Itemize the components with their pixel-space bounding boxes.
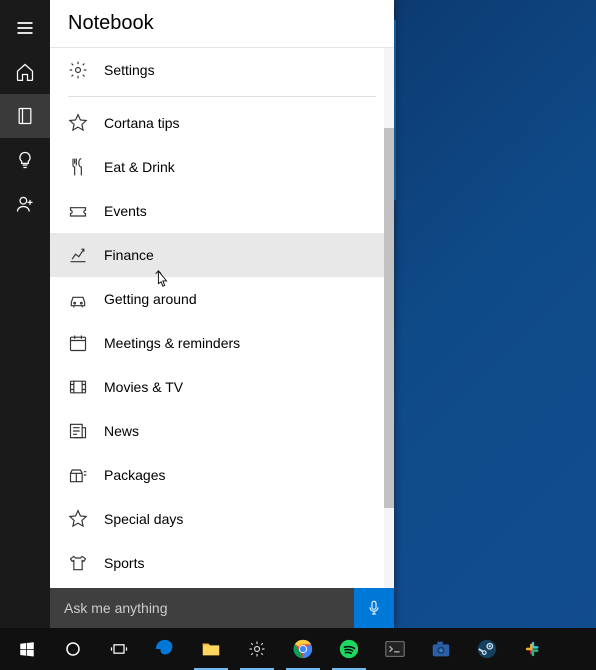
list-item-eat-drink[interactable]: Eat & Drink <box>50 145 394 189</box>
search-input[interactable]: Ask me anything <box>50 588 354 628</box>
star-outline-icon <box>68 509 88 529</box>
item-label: Packages <box>104 467 165 483</box>
item-label: Settings <box>104 62 155 78</box>
item-label: Finance <box>104 247 154 263</box>
hamburger-button[interactable] <box>0 6 50 50</box>
car-icon <box>68 289 88 309</box>
cortana-main: Notebook Settings Cortana tips Eat & <box>50 0 394 628</box>
item-label: Getting around <box>104 291 197 307</box>
taskbar-terminal[interactable] <box>372 628 418 670</box>
package-icon <box>68 465 88 485</box>
calendar-clock-icon <box>68 333 88 353</box>
scrollbar[interactable] <box>384 48 394 588</box>
stocks-icon <box>68 245 88 265</box>
cortana-ring-icon <box>61 637 85 661</box>
item-label: Movies & TV <box>104 379 183 395</box>
list-item-cortana-tips[interactable]: Cortana tips <box>50 101 394 145</box>
list-item-special-days[interactable]: Special days <box>50 497 394 541</box>
item-label: Special days <box>104 511 183 527</box>
camera-icon <box>429 637 453 661</box>
terminal-icon <box>383 637 407 661</box>
rail-person-add[interactable] <box>0 182 50 226</box>
rail-home[interactable] <box>0 50 50 94</box>
taskbar <box>0 628 596 670</box>
list-item-getting-around[interactable]: Getting around <box>50 277 394 321</box>
item-label: Cortana tips <box>104 115 179 131</box>
microphone-button[interactable] <box>354 588 394 628</box>
gear-icon <box>245 637 269 661</box>
newspaper-icon <box>68 421 88 441</box>
rail-lightbulb[interactable] <box>0 138 50 182</box>
taskbar-task-view[interactable] <box>96 628 142 670</box>
edge-icon <box>153 637 177 661</box>
taskbar-start[interactable] <box>4 628 50 670</box>
taskbar-edge[interactable] <box>142 628 188 670</box>
windows-icon <box>15 637 39 661</box>
taskbar-camera[interactable] <box>418 628 464 670</box>
chrome-icon <box>291 637 315 661</box>
divider <box>68 96 376 97</box>
list-item-events[interactable]: Events <box>50 189 394 233</box>
cortana-rail <box>0 0 50 628</box>
list-item-meetings[interactable]: Meetings & reminders <box>50 321 394 365</box>
task-view-icon <box>107 637 131 661</box>
item-label: Meetings & reminders <box>104 335 240 351</box>
list-item-movies-tv[interactable]: Movies & TV <box>50 365 394 409</box>
scrollbar-thumb[interactable] <box>384 128 394 508</box>
search-bar: Ask me anything <box>50 588 394 628</box>
notebook-list: Settings Cortana tips Eat & Drink Ev <box>50 48 394 588</box>
taskbar-cortana[interactable] <box>50 628 96 670</box>
slack-icon <box>521 637 545 661</box>
list-item-finance[interactable]: Finance <box>50 233 394 277</box>
item-label: News <box>104 423 139 439</box>
list-item-packages[interactable]: Packages <box>50 453 394 497</box>
ticket-icon <box>68 201 88 221</box>
item-label: Eat & Drink <box>104 159 175 175</box>
tshirt-icon <box>68 553 88 573</box>
folder-icon <box>199 637 223 661</box>
taskbar-file-explorer[interactable] <box>188 628 234 670</box>
list-item-news[interactable]: News <box>50 409 394 453</box>
taskbar-chrome[interactable] <box>280 628 326 670</box>
taskbar-settings[interactable] <box>234 628 280 670</box>
taskbar-slack[interactable] <box>510 628 556 670</box>
taskbar-spotify[interactable] <box>326 628 372 670</box>
film-icon <box>68 377 88 397</box>
star-outline-icon <box>68 113 88 133</box>
list-item-sports[interactable]: Sports <box>50 541 394 585</box>
taskbar-steam[interactable] <box>464 628 510 670</box>
steam-icon <box>475 637 499 661</box>
item-label: Events <box>104 203 147 219</box>
gear-icon <box>68 60 88 80</box>
spotify-icon <box>337 637 361 661</box>
rail-notebook[interactable] <box>0 94 50 138</box>
panel-title: Notebook <box>50 0 394 48</box>
item-label: Sports <box>104 555 144 571</box>
cortana-panel: Notebook Settings Cortana tips Eat & <box>0 0 394 628</box>
cutlery-icon <box>68 157 88 177</box>
list-item-settings[interactable]: Settings <box>50 48 394 92</box>
